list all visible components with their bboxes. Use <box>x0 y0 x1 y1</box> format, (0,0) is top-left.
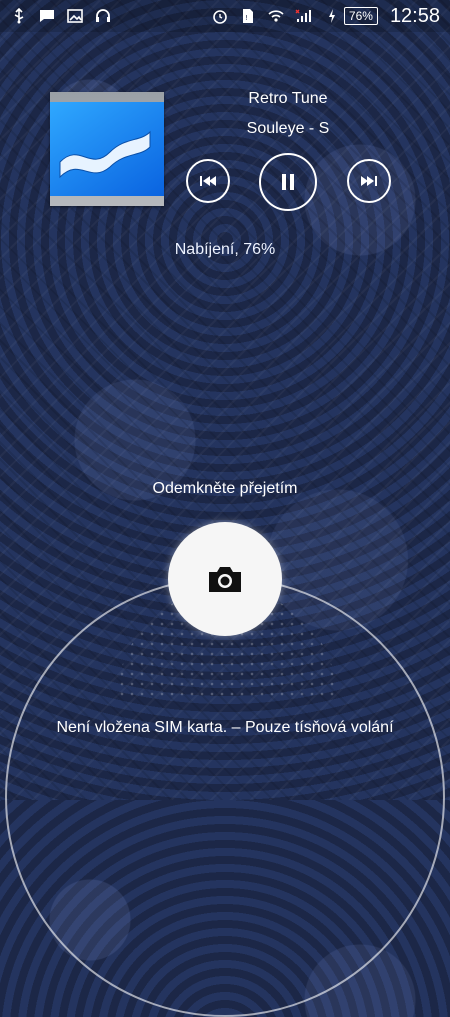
camera-icon <box>209 567 241 592</box>
next-icon <box>361 176 377 186</box>
album-art-image <box>50 102 164 196</box>
battery-indicator: 76% <box>323 7 378 25</box>
status-left <box>10 7 112 25</box>
camera-unlock-button[interactable] <box>168 522 282 636</box>
svg-text:!: ! <box>245 14 248 22</box>
status-bar: ! 76% 12:58 <box>0 0 450 32</box>
sim-status-message: Není vložena SIM karta. – Pouze tísňová … <box>56 719 394 736</box>
alarm-icon <box>211 7 229 25</box>
signal-icon <box>295 7 313 25</box>
headphones-icon <box>94 7 112 25</box>
pause-icon <box>282 174 294 190</box>
sim-icon: ! <box>239 7 257 25</box>
battery-percent: 76% <box>343 7 378 25</box>
charging-status: Nabíjení, 76% <box>174 241 276 258</box>
track-title: Retro Tune <box>248 90 328 107</box>
album-wave-graphic <box>59 130 151 179</box>
unlock-hint: Odemkněte přejetím <box>152 480 298 497</box>
previous-button[interactable] <box>186 159 230 203</box>
track-artist: Souleye - S <box>246 120 330 137</box>
wifi-icon <box>267 7 285 25</box>
image-icon <box>66 7 84 25</box>
status-right: ! 76% 12:58 <box>211 5 440 28</box>
pause-button[interactable] <box>259 153 317 211</box>
previous-icon <box>200 176 216 186</box>
clock: 12:58 <box>389 4 440 27</box>
next-button[interactable] <box>347 159 391 203</box>
unlock-arc <box>5 577 445 1017</box>
message-icon <box>38 7 56 25</box>
album-art <box>50 92 164 206</box>
usb-icon <box>10 7 28 25</box>
charging-icon <box>323 7 341 25</box>
